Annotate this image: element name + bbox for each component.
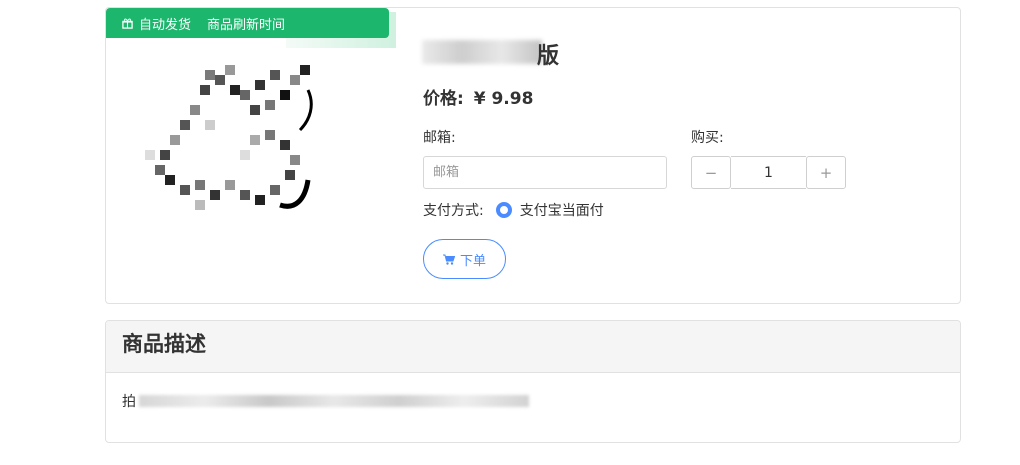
- price-row: 价格: ¥ 9.98: [423, 84, 533, 109]
- auto-ship-badge: 自动发货 商品刷新时间: [106, 8, 389, 38]
- description-title: 商品描述: [106, 321, 960, 373]
- email-field[interactable]: 邮箱: [423, 156, 667, 189]
- quantity-input[interactable]: 1: [731, 156, 806, 189]
- email-label: 邮箱:: [423, 130, 456, 146]
- product-image: [145, 65, 313, 210]
- description-text: 拍: [122, 394, 136, 410]
- description-card: 商品描述 拍: [105, 320, 961, 443]
- payment-label: 支付方式:: [423, 203, 484, 219]
- price-value: ¥ 9.98: [473, 89, 534, 109]
- payment-row: 支付方式: 支付宝当面付: [423, 200, 604, 220]
- payment-radio[interactable]: [495, 202, 512, 218]
- description-redacted: [139, 395, 529, 407]
- payment-option-label[interactable]: 支付宝当面付: [520, 200, 604, 220]
- price-label: 价格:: [423, 89, 464, 109]
- auto-ship-label: 自动发货: [139, 17, 192, 33]
- decrement-button[interactable]: −: [691, 156, 731, 189]
- order-button-label: 下单: [459, 253, 486, 269]
- description-body: 拍: [106, 373, 960, 442]
- refresh-time-label: 商品刷新时间: [207, 17, 286, 33]
- quantity-label: 购买:: [691, 130, 724, 146]
- increment-button[interactable]: +: [806, 156, 846, 189]
- order-button[interactable]: 下单: [423, 239, 506, 279]
- title-redacted: [422, 40, 542, 64]
- cart-icon: [442, 254, 455, 265]
- product-title: 版: [422, 36, 580, 69]
- gift-icon: [122, 18, 133, 29]
- quantity-stepper: − 1 +: [691, 156, 846, 189]
- title-suffix: 版: [537, 44, 560, 69]
